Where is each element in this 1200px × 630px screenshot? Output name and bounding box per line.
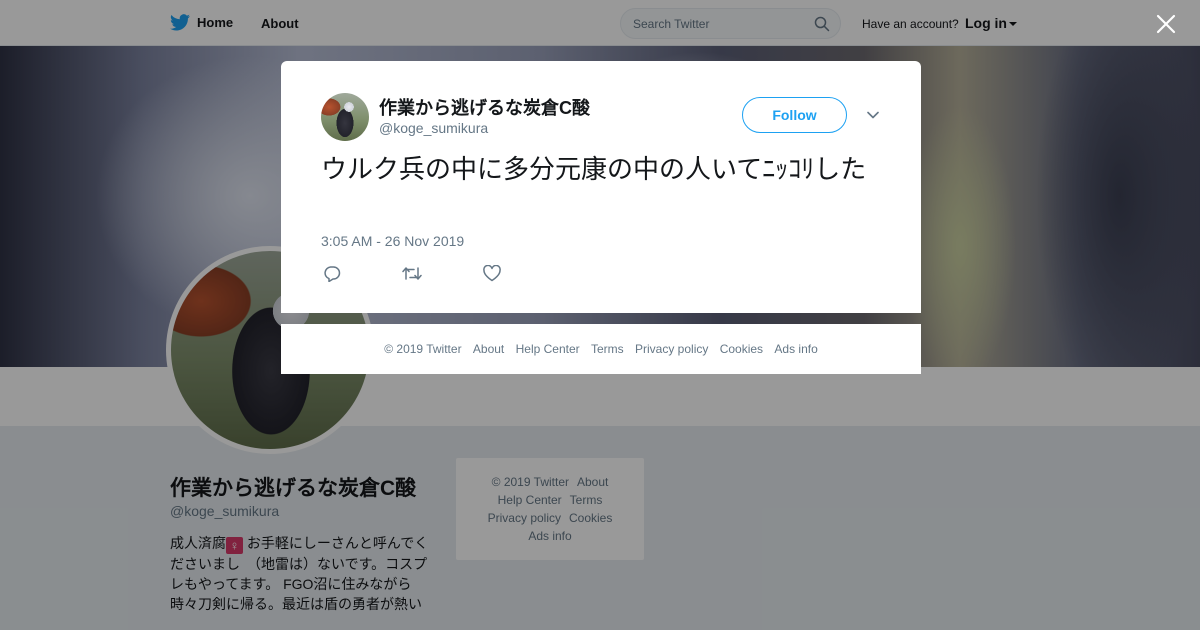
tweet-author-avatar[interactable] xyxy=(321,93,369,141)
footer-privacy-policy[interactable]: Privacy policy xyxy=(635,342,708,356)
tweet-author-name[interactable]: 作業から逃げるな炭倉C酸 xyxy=(379,94,590,120)
modal-footer: © 2019 Twitter About Help Center Terms P… xyxy=(281,324,921,374)
chevron-down-icon[interactable] xyxy=(867,110,879,120)
tweet-author-handle[interactable]: @koge_sumikura xyxy=(379,120,488,136)
footer-terms[interactable]: Terms xyxy=(591,342,624,356)
heart-icon[interactable] xyxy=(483,265,501,282)
reply-icon[interactable] xyxy=(323,265,341,282)
footer-copyright: © 2019 Twitter xyxy=(384,342,462,356)
footer-about[interactable]: About xyxy=(473,342,504,356)
footer-ads-info[interactable]: Ads info xyxy=(774,342,817,356)
close-icon[interactable] xyxy=(1156,14,1176,34)
footer-help-center[interactable]: Help Center xyxy=(516,342,580,356)
tweet-text: ウルク兵の中に多分元康の中の人いてﾆｯｺﾘした xyxy=(321,154,867,184)
tweet-timestamp[interactable]: 3:05 AM - 26 Nov 2019 xyxy=(321,233,464,249)
tweet-modal: 作業から逃げるな炭倉C酸 @koge_sumikura Follow ウルク兵の… xyxy=(281,61,921,313)
follow-button[interactable]: Follow xyxy=(742,97,847,133)
retweet-icon[interactable] xyxy=(402,265,422,282)
footer-cookies[interactable]: Cookies xyxy=(720,342,763,356)
